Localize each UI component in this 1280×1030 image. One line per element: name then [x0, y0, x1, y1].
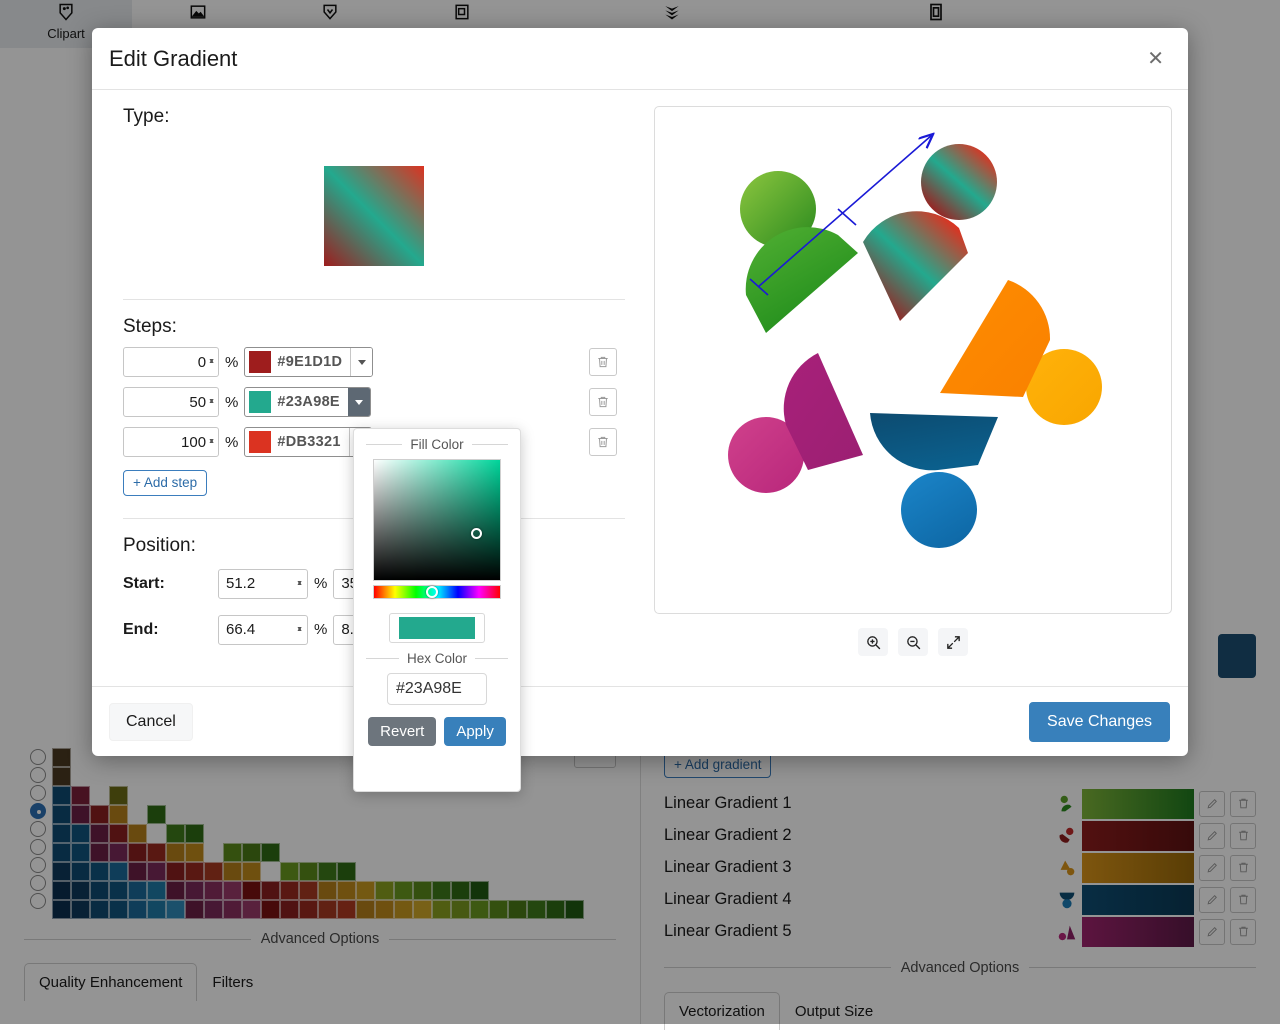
picker-actions: Revert Apply	[366, 717, 508, 746]
hex-color-label: Hex Color	[407, 651, 467, 666]
type-section	[123, 132, 625, 300]
step-position-value: 0	[198, 354, 206, 371]
step-position-input[interactable]: 50▲▼	[123, 387, 219, 417]
end-x-value: 66.4	[226, 621, 255, 638]
sv-handle[interactable]	[471, 528, 482, 539]
fill-color-picker: Fill Color Hex Color #23A98E Revert Appl…	[353, 428, 521, 792]
color-preview-frame	[389, 613, 485, 643]
step-color-field[interactable]: #23A98E	[244, 387, 371, 417]
revert-button[interactable]: Revert	[368, 717, 436, 746]
preview-artwork	[678, 125, 1148, 595]
chevron-down-icon[interactable]	[350, 347, 372, 377]
hex-color-legend: Hex Color	[366, 651, 508, 666]
step-color-swatch	[249, 351, 271, 373]
color-preview-swatch	[399, 617, 475, 639]
gradient-type-swatch[interactable]	[324, 166, 424, 266]
step-color-field[interactable]: #9E1D1D	[244, 347, 373, 377]
preview-zoom-controls	[654, 628, 1172, 656]
start-x-input[interactable]: 51.2 ▲▼	[218, 569, 308, 599]
hex-color-input[interactable]: #23A98E	[387, 673, 487, 705]
add-step-button[interactable]: + Add step	[123, 470, 207, 496]
save-changes-button[interactable]: Save Changes	[1029, 702, 1170, 742]
step-unit: %	[225, 434, 238, 451]
close-icon[interactable]: ✕	[1141, 45, 1170, 73]
chevron-down-icon[interactable]	[348, 387, 370, 417]
delete-step-button[interactable]	[589, 388, 617, 416]
step-unit: %	[225, 394, 238, 411]
cancel-button[interactable]: Cancel	[109, 703, 193, 741]
step-color-hex: #9E1D1D	[277, 354, 350, 370]
delete-step-button[interactable]	[589, 428, 617, 456]
dialog-header: Edit Gradient ✕	[92, 28, 1188, 90]
gradient-preview-canvas[interactable]	[654, 106, 1172, 614]
fill-color-label: Fill Color	[410, 437, 463, 452]
zoom-out-icon[interactable]	[898, 628, 928, 656]
position-end-unit: %	[314, 621, 327, 638]
step-row: 50▲▼% #23A98E	[123, 382, 639, 422]
step-position-input[interactable]: 0▲▼	[123, 347, 219, 377]
delete-step-button[interactable]	[589, 348, 617, 376]
expand-icon[interactable]	[938, 628, 968, 656]
hue-slider[interactable]	[373, 585, 501, 599]
step-position-value: 100	[181, 434, 206, 451]
step-color-swatch	[249, 431, 271, 453]
saturation-value-area[interactable]	[373, 459, 501, 581]
position-start-unit: %	[314, 575, 327, 592]
step-color-hex: #DB3321	[277, 434, 348, 450]
position-end-label: End:	[123, 621, 218, 639]
apply-button[interactable]: Apply	[444, 717, 506, 746]
zoom-in-icon[interactable]	[858, 628, 888, 656]
step-color-hex: #23A98E	[277, 394, 348, 410]
steps-section-label: Steps:	[123, 316, 639, 338]
step-position-value: 50	[189, 394, 206, 411]
edit-gradient-dialog: Edit Gradient ✕ Type: Steps: 0▲▼% #9E1D1D…	[92, 28, 1188, 756]
step-color-swatch	[249, 391, 271, 413]
start-x-value: 51.2	[226, 575, 255, 592]
step-row: 0▲▼% #9E1D1D	[123, 342, 639, 382]
position-start-label: Start:	[123, 575, 218, 593]
step-unit: %	[225, 354, 238, 371]
dialog-right-column	[645, 106, 1172, 686]
end-x-input[interactable]: 66.4 ▲▼	[218, 615, 308, 645]
type-section-label: Type:	[123, 106, 639, 128]
fill-color-legend: Fill Color	[366, 437, 508, 452]
dialog-title: Edit Gradient	[109, 46, 237, 72]
hue-handle[interactable]	[426, 586, 438, 598]
step-position-input[interactable]: 100▲▼	[123, 427, 219, 457]
dialog-body: Type: Steps: 0▲▼% #9E1D1D 50▲▼% #23A98E 100▲…	[92, 90, 1188, 686]
hex-color-value: #23A98E	[396, 680, 462, 698]
dialog-footer: Cancel Save Changes	[92, 686, 1188, 756]
